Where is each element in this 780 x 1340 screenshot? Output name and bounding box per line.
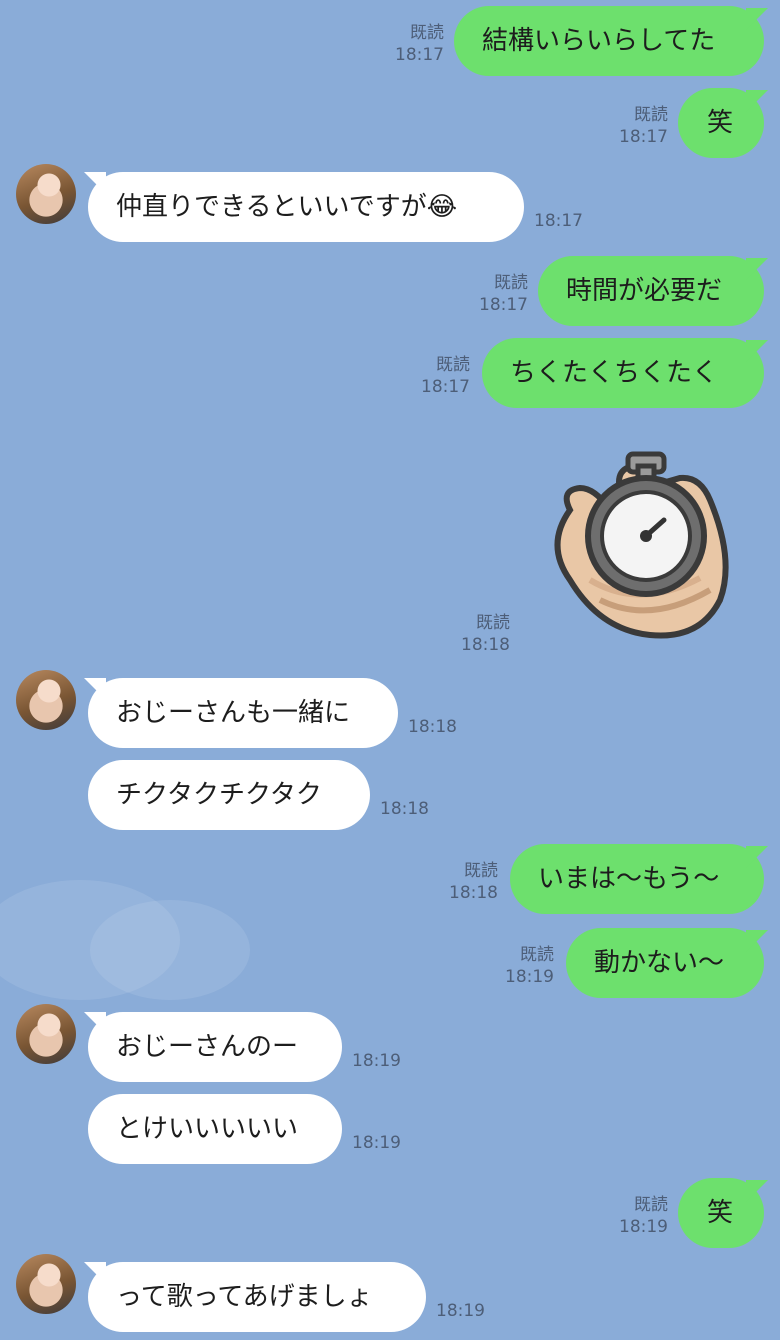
message-text: おじーさんのー [116,1032,299,1062]
message-text: おじーさんも一緒に [116,698,351,728]
message-meta: 18:17 [534,210,583,232]
incoming-message-bubble[interactable]: おじーさんのー [88,1012,342,1082]
incoming-message-bubble[interactable]: おじーさんも一緒に [88,678,398,748]
outgoing-message-bubble[interactable]: いまは〜もう〜 [510,844,764,914]
outgoing-message-bubble[interactable]: ちくたくちくたく [482,338,764,408]
message-meta: 18:18 [380,798,429,820]
message-time: 18:17 [619,127,668,147]
incoming-message-bubble[interactable]: とけいいいいい [88,1094,342,1164]
read-receipt: 既読 [520,945,554,965]
outgoing-message-bubble[interactable]: 動かない〜 [566,928,764,998]
message-time: 18:19 [352,1133,401,1153]
message-text: 動かない〜 [594,948,725,978]
message-meta: 既読 18:17 [395,22,444,66]
message-text: 仲直りできるといいですが😂 [116,192,458,222]
message-time: 18:18 [449,883,498,903]
contact-avatar[interactable] [16,1004,76,1064]
background-cloud [90,900,250,1000]
contact-avatar[interactable] [16,164,76,224]
message-meta: 18:18 [408,716,457,738]
incoming-message-bubble[interactable]: 仲直りできるといいですが😂 [88,172,524,242]
message-text: 時間が必要だ [566,276,723,306]
incoming-message-bubble[interactable]: チクタクチクタク [88,760,370,830]
message-meta: 既読 18:19 [505,944,554,988]
read-receipt: 既読 [494,273,528,293]
message-time: 18:17 [479,295,528,315]
outgoing-message-bubble[interactable]: 時間が必要だ [538,256,764,326]
message-text: って歌ってあげましょ [116,1282,373,1312]
message-time: 18:19 [352,1051,401,1071]
read-receipt: 既読 [476,613,510,633]
message-time: 18:17 [534,211,583,231]
contact-avatar[interactable] [16,670,76,730]
outgoing-message-bubble[interactable]: 結構いらいらしてた [454,6,764,76]
message-text: いまは〜もう〜 [538,864,720,894]
message-meta: 既読 18:17 [479,272,528,316]
message-meta: 既読 18:18 [461,612,510,656]
message-text: 笑 [707,108,734,138]
message-meta: 既読 18:19 [619,1194,668,1238]
message-text: とけいいいいい [116,1114,299,1144]
read-receipt: 既読 [634,105,668,125]
message-meta: 18:19 [436,1300,485,1322]
read-receipt: 既読 [410,23,444,43]
incoming-message-bubble[interactable]: って歌ってあげましょ [88,1262,426,1332]
contact-avatar[interactable] [16,1254,76,1314]
message-time: 18:18 [408,717,457,737]
message-meta: 18:19 [352,1132,401,1154]
message-time: 18:17 [395,45,444,65]
message-time: 18:19 [505,967,554,987]
stopwatch-hand-sticker[interactable] [540,450,740,640]
message-time: 18:19 [436,1301,485,1321]
message-text: 結構いらいらしてた [482,26,716,56]
message-time: 18:18 [461,635,510,655]
message-time: 18:17 [421,377,470,397]
read-receipt: 既読 [634,1195,668,1215]
message-meta: 既読 18:18 [449,860,498,904]
message-meta: 既読 18:17 [421,354,470,398]
message-time: 18:18 [380,799,429,819]
message-text: 笑 [707,1198,734,1228]
message-text: チクタクチクタク [116,780,322,810]
message-text: ちくたくちくたく [510,358,719,388]
read-receipt: 既読 [464,861,498,881]
message-time: 18:19 [619,1217,668,1237]
read-receipt: 既読 [436,355,470,375]
message-meta: 既読 18:17 [619,104,668,148]
message-meta: 18:19 [352,1050,401,1072]
